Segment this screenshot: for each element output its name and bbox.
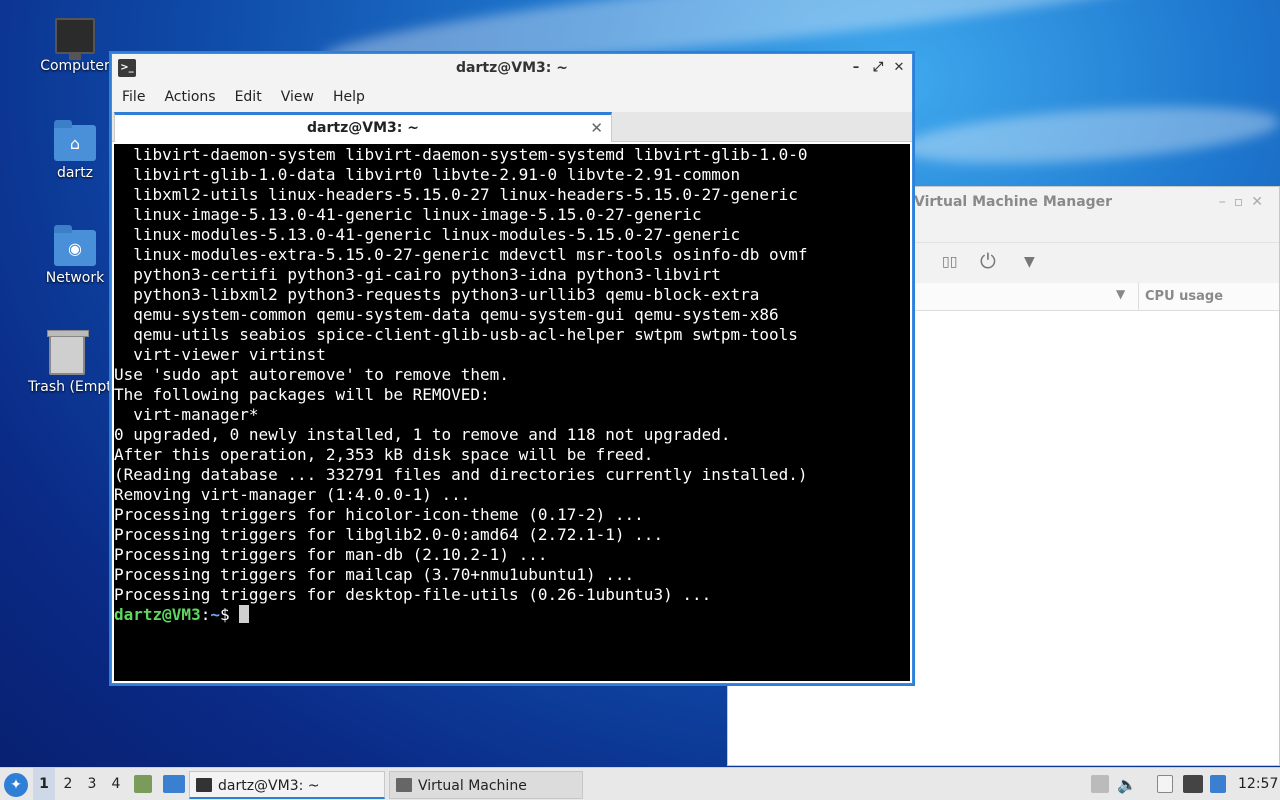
workspace-4[interactable]: 4 <box>105 768 127 800</box>
desktop-icon-home[interactable]: ⌂ dartz <box>27 120 123 181</box>
workspace-2[interactable]: 2 <box>57 768 79 800</box>
menu-view[interactable]: View <box>281 89 325 105</box>
chevron-down-icon[interactable]: ▼ <box>1024 254 1035 270</box>
minimize-icon[interactable]: – <box>846 54 866 82</box>
taskbar-window-label: Virtual Machine Mana... <box>418 778 527 794</box>
vmm-title: Virtual Machine Manager <box>914 194 1113 210</box>
prompt-path: ~ <box>210 605 220 624</box>
close-icon[interactable]: ✕ <box>889 54 909 82</box>
taskbar-window-terminal[interactable]: dartz@VM3: ~ <box>189 771 385 799</box>
terminal-tabbar: dartz@VM3: ~ ✕ <box>112 112 912 142</box>
terminal-prompt-line: dartz@VM3:~$ <box>114 605 910 625</box>
terminal-line: python3-libxml2 python3-requests python3… <box>114 285 760 304</box>
vmm-icon <box>396 778 412 792</box>
prompt-symbol: $ <box>219 605 240 624</box>
workspace-1[interactable]: 1 <box>33 768 55 800</box>
terminal-line: Processing triggers for mailcap (3.70+nm… <box>114 565 635 584</box>
terminal-line: qemu-system-common qemu-system-data qemu… <box>114 305 779 324</box>
taskbar-window-vmm[interactable]: Virtual Machine Mana... <box>389 771 583 799</box>
terminal-line: python3-certifi python3-gi-cairo python3… <box>114 265 721 284</box>
taskbar: ✦ 1 2 3 4 dartz@VM3: ~ Virtual Machine M… <box>0 767 1280 800</box>
terminal-line: Processing triggers for hicolor-icon-the… <box>114 505 644 524</box>
terminal-line: virt-viewer virtinst <box>114 345 326 364</box>
maximize-icon[interactable]: ⤢ <box>868 54 888 82</box>
column-cpu-usage[interactable]: CPU usage <box>1138 283 1223 311</box>
prompt-separator: : <box>200 605 211 624</box>
terminal-line: libvirt-glib-1.0-data libvirt0 libvte-2.… <box>114 165 741 184</box>
terminal-line: linux-modules-extra-5.15.0-27-generic md… <box>114 245 808 264</box>
terminal-line: After this operation, 2,353 kB disk spac… <box>114 445 654 464</box>
text-cursor <box>239 605 250 623</box>
terminal-line: The following packages will be REMOVED: <box>114 385 490 404</box>
terminal-tab[interactable]: dartz@VM3: ~ ✕ <box>114 112 612 142</box>
terminal-line: linux-image-5.13.0-41-generic linux-imag… <box>114 205 702 224</box>
menu-edit[interactable]: Edit <box>235 89 273 105</box>
terminal-line: libxml2-utils linux-headers-5.15.0-27 li… <box>114 185 798 204</box>
terminal-line: qemu-utils seabios spice-client-glib-usb… <box>114 325 798 344</box>
terminal-line: libvirt-daemon-system libvirt-daemon-sys… <box>114 145 808 164</box>
terminal-line: Processing triggers for man-db (2.10.2-1… <box>114 545 548 564</box>
workspace-3[interactable]: 3 <box>81 768 103 800</box>
menu-actions[interactable]: Actions <box>164 89 226 105</box>
show-desktop-icon[interactable] <box>163 775 185 793</box>
desktop-icon-label: Network <box>45 270 105 286</box>
desktop-icon-label: Trash (Empty) <box>28 379 112 395</box>
terminal-menubar: File Actions Edit View Help <box>112 82 912 112</box>
terminal-app-icon[interactable]: >_ <box>118 59 136 77</box>
file-manager-icon[interactable] <box>134 775 152 793</box>
terminal-line: (Reading database ... 332791 files and d… <box>114 465 808 484</box>
menu-file[interactable]: File <box>122 89 156 105</box>
home-folder-icon: ⌂ <box>54 120 96 161</box>
taskbar-window-label: dartz@VM3: ~ <box>218 778 320 794</box>
start-menu-icon[interactable]: ✦ <box>4 773 28 797</box>
desktop-icon-computer[interactable]: Computer <box>27 18 123 74</box>
volume-icon[interactable]: 🔈 <box>1117 768 1137 800</box>
vmm-window-controls[interactable]: –▫✕ <box>1219 187 1271 217</box>
terminal-line: Processing triggers for libglib2.0-0:amd… <box>114 525 664 544</box>
desktop-icon-network[interactable]: ◉ Network <box>27 225 123 286</box>
update-notifier-icon[interactable] <box>1210 775 1226 793</box>
desktop-icon-label: dartz <box>56 165 94 181</box>
trash-icon <box>47 330 89 375</box>
terminal-icon <box>196 778 212 792</box>
pause-icon[interactable]: ▯▯ <box>942 254 957 270</box>
desktop-icon-trash[interactable]: Trash (Empty) <box>22 330 112 395</box>
desktop-icon-label: Computer <box>40 58 110 74</box>
clock[interactable]: 12:57 <box>1238 768 1278 800</box>
terminal-line: linux-modules-5.13.0-41-generic linux-mo… <box>114 225 741 244</box>
window-title: dartz@VM3: ~ <box>456 60 568 76</box>
tab-label: dartz@VM3: ~ <box>307 120 419 136</box>
terminal-line: Removing virt-manager (1:4.0.0-1) ... <box>114 485 471 504</box>
computer-icon <box>55 18 95 60</box>
tab-close-icon[interactable]: ✕ <box>590 115 603 141</box>
terminal-titlebar[interactable]: >_ dartz@VM3: ~ – ⤢ ✕ <box>112 54 912 82</box>
terminal-line: 0 upgraded, 0 newly installed, 1 to remo… <box>114 425 731 444</box>
eject-icon[interactable] <box>1091 775 1109 793</box>
network-folder-icon: ◉ <box>54 225 96 266</box>
power-icon[interactable]: ⏻ <box>980 249 996 273</box>
terminal-line: Use 'sudo apt autoremove' to remove them… <box>114 365 509 384</box>
terminal-output[interactable]: libvirt-daemon-system libvirt-daemon-sys… <box>114 144 910 681</box>
terminal-line: Processing triggers for desktop-file-uti… <box>114 585 712 604</box>
menu-help[interactable]: Help <box>333 89 376 105</box>
terminal-line: virt-manager* <box>114 405 259 424</box>
network-icon[interactable] <box>1183 775 1203 793</box>
clipboard-icon[interactable] <box>1157 775 1173 793</box>
wallpaper-wave <box>898 96 1280 174</box>
sort-arrow-icon[interactable]: ▼ <box>1116 287 1125 301</box>
terminal-window[interactable]: >_ dartz@VM3: ~ – ⤢ ✕ File Actions Edit … <box>111 53 913 684</box>
prompt-user: dartz@VM3 <box>114 605 201 624</box>
